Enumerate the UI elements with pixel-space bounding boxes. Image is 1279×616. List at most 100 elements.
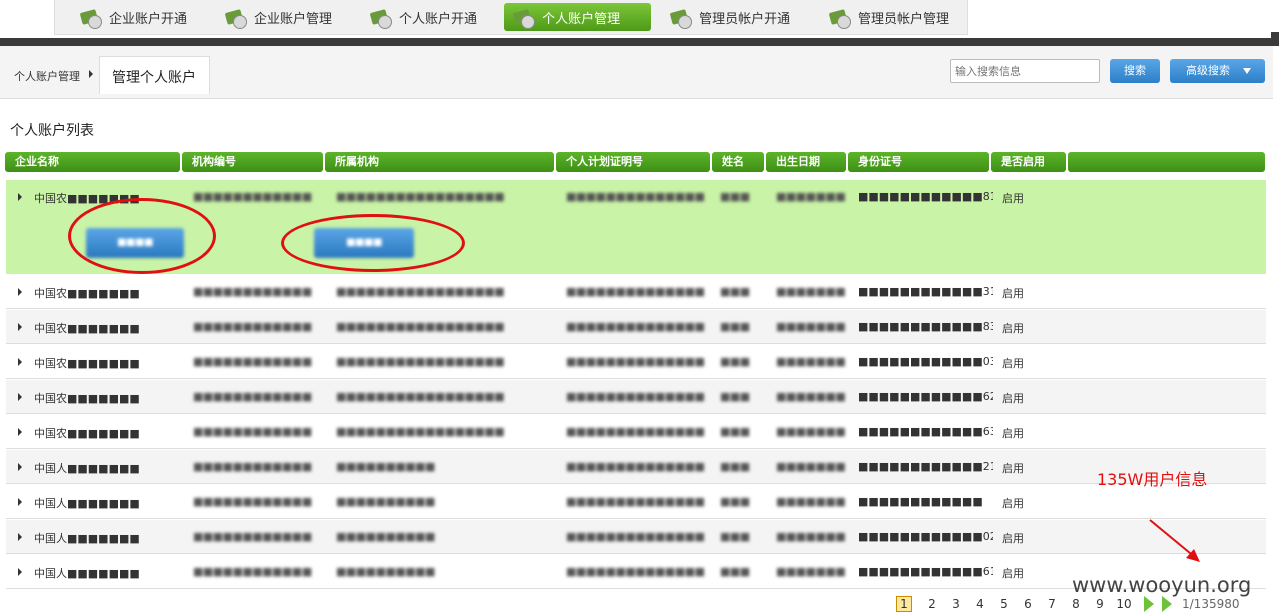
- cell-id-no: ■■■■■■■■■■■■627: [858, 390, 993, 403]
- tab-admin-open[interactable]: 管理员帐户开通: [661, 3, 820, 31]
- cell-id-no: ■■■■■■■■■■■■630: [858, 425, 993, 438]
- cell-org: ■■■■■■■■■■: [336, 530, 435, 543]
- expand-arrow-icon[interactable]: [18, 193, 22, 201]
- cell-id-no: ■■■■■■■■■■■■616: [858, 565, 993, 578]
- cell-id-no: ■■■■■■■■■■■■216: [858, 460, 993, 473]
- page-link[interactable]: 5: [992, 597, 1016, 611]
- col-header-org-no[interactable]: 机构编号: [182, 152, 323, 172]
- expand-arrow-icon[interactable]: [18, 498, 22, 506]
- cell-name: ■■■: [720, 285, 750, 298]
- col-header-dob[interactable]: 出生日期: [766, 152, 846, 172]
- cell-plan-no: ■■■■■■■■■■■■■■: [566, 495, 705, 508]
- page-header: 个人账户管理 管理个人账户 搜索 高级搜索: [0, 46, 1273, 99]
- next-page-icon[interactable]: [1144, 596, 1154, 612]
- tab-personal-open[interactable]: 个人账户开通: [361, 3, 492, 31]
- cell-id-no: ■■■■■■■■■■■■03X: [858, 355, 993, 368]
- table-row[interactable]: 中国农■■■■■■■ ■■■■■■■■■■■■ ■■■■■■■■■■■■■■■■■ ■…: [6, 345, 1266, 379]
- cell-id-no: ■■■■■■■■■■■■027: [858, 530, 993, 543]
- expand-arrow-icon[interactable]: [18, 533, 22, 541]
- expand-arrow-icon[interactable]: [18, 323, 22, 331]
- cell-org-no: ■■■■■■■■■■■■: [193, 190, 312, 203]
- cell-plan-no: ■■■■■■■■■■■■■■: [566, 530, 705, 543]
- table-row[interactable]: 中国农■■■■■■■ ■■■■■■■■■■■■ ■■■■■■■■■■■■■■■■■ ■…: [6, 380, 1266, 414]
- cell-org-no: ■■■■■■■■■■■■: [193, 495, 312, 508]
- table-row[interactable]: 中国农■■■■■■■ ■■■■■■■■■■■■ ■■■■■■■■■■■■■■■■■ ■…: [6, 275, 1266, 309]
- annotation-oval: [281, 214, 465, 272]
- search-button[interactable]: 搜索: [1110, 59, 1160, 83]
- list-title: 个人账户列表: [10, 123, 94, 139]
- cell-dob: ■■■■■■■: [776, 285, 846, 298]
- cell-name: ■■■: [720, 530, 750, 543]
- cell-company: 中国人■■■■■■■: [34, 532, 140, 545]
- cell-name: ■■■: [720, 390, 750, 403]
- cell-org-no: ■■■■■■■■■■■■: [193, 355, 312, 368]
- cell-name: ■■■: [720, 495, 750, 508]
- tab-label: 管理员帐户开通: [699, 11, 791, 27]
- table-row[interactable]: 中国农■■■■■■■ ■■■■■■■■■■■■ ■■■■■■■■■■■■■■■■■ ■…: [6, 415, 1266, 449]
- expand-arrow-icon[interactable]: [18, 428, 22, 436]
- cell-org: ■■■■■■■■■■■■■■■■■: [336, 390, 505, 403]
- cell-org: ■■■■■■■■■■■■■■■■■: [336, 285, 505, 298]
- col-header-name[interactable]: 姓名: [712, 152, 764, 172]
- cell-id-no: ■■■■■■■■■■■■315: [858, 285, 993, 298]
- breadcrumb-arrow-icon: [89, 70, 93, 78]
- cell-enabled: 启用: [1002, 532, 1024, 545]
- breadcrumb-parent[interactable]: 个人账户管理: [14, 68, 80, 84]
- page-link[interactable]: 4: [968, 597, 992, 611]
- table-row[interactable]: 中国农■■■■■■■ ■■■■■■■■■■■■ ■■■■■■■■■■■■■■■■■ ■…: [6, 310, 1266, 344]
- col-header-org[interactable]: 所属机构: [325, 152, 554, 172]
- col-header-company[interactable]: 企业名称: [5, 152, 180, 172]
- account-icon: [512, 7, 536, 29]
- page-link[interactable]: 9: [1088, 597, 1112, 611]
- cell-dob: ■■■■■■■: [776, 320, 846, 333]
- table-row[interactable]: 中国人■■■■■■■ ■■■■■■■■■■■■ ■■■■■■■■■■ ■■■■■■■■…: [6, 520, 1266, 554]
- cell-company: 中国农■■■■■■■: [34, 427, 140, 440]
- cell-enabled: 启用: [1002, 567, 1024, 580]
- top-nav: 企业账户开通 企业账户管理 个人账户开通 个人账户管理 管理员帐户开通 管理员帐…: [54, 0, 968, 35]
- col-header-extra: [1068, 152, 1265, 172]
- page-link[interactable]: 3: [944, 597, 968, 611]
- table-row[interactable]: 中国人■■■■■■■ ■■■■■■■■■■■■ ■■■■■■■■■■ ■■■■■■■■…: [6, 485, 1266, 519]
- expand-arrow-icon[interactable]: [18, 358, 22, 366]
- search-input[interactable]: [950, 59, 1100, 83]
- tab-admin-manage[interactable]: 管理员帐户管理: [820, 3, 967, 31]
- table-row[interactable]: 中国人■■■■■■■ ■■■■■■■■■■■■ ■■■■■■■■■■ ■■■■■■■■…: [6, 450, 1266, 484]
- cell-name: ■■■: [720, 190, 750, 203]
- account-icon: [224, 7, 248, 29]
- page-link[interactable]: 10: [1112, 597, 1136, 611]
- page-link[interactable]: 8: [1064, 597, 1088, 611]
- watermark: www.wooyun.org: [1072, 573, 1252, 597]
- cell-dob: ■■■■■■■: [776, 530, 846, 543]
- tab-personal-manage[interactable]: 个人账户管理: [504, 3, 652, 31]
- tab-enterprise-manage[interactable]: 企业账户管理: [216, 3, 361, 31]
- cell-dob: ■■■■■■■: [776, 425, 846, 438]
- page-link[interactable]: 7: [1040, 597, 1064, 611]
- cell-plan-no: ■■■■■■■■■■■■■■: [566, 460, 705, 473]
- cell-plan-no: ■■■■■■■■■■■■■■: [566, 565, 705, 578]
- last-page-icon[interactable]: [1162, 596, 1172, 612]
- col-header-id-no[interactable]: 身份证号: [848, 152, 989, 172]
- expand-arrow-icon[interactable]: [18, 393, 22, 401]
- col-header-plan-no[interactable]: 个人计划证明号: [556, 152, 710, 172]
- expand-arrow-icon[interactable]: [18, 288, 22, 296]
- cell-org-no: ■■■■■■■■■■■■: [193, 565, 312, 578]
- tab-label: 个人账户开通: [399, 11, 478, 27]
- cell-enabled: 启用: [1002, 392, 1024, 405]
- cell-org: ■■■■■■■■■■■■■■■■■: [336, 355, 505, 368]
- page-link[interactable]: 6: [1016, 597, 1040, 611]
- page-link[interactable]: 2: [920, 597, 944, 611]
- tab-enterprise-open[interactable]: 企业账户开通: [71, 3, 216, 31]
- account-icon: [79, 7, 103, 29]
- cell-org-no: ■■■■■■■■■■■■: [193, 530, 312, 543]
- divider-bar: [0, 32, 1279, 46]
- cell-org: ■■■■■■■■■■: [336, 565, 435, 578]
- cell-name: ■■■: [720, 565, 750, 578]
- account-icon: [669, 7, 693, 29]
- col-header-enabled[interactable]: 是否启用: [991, 152, 1066, 172]
- annotation-arrow-icon: [1149, 519, 1200, 562]
- advanced-search-button[interactable]: 高级搜索: [1170, 59, 1265, 83]
- expand-arrow-icon[interactable]: [18, 463, 22, 471]
- tab-label: 企业账户开通: [109, 11, 188, 27]
- page-link-current[interactable]: 1: [896, 596, 912, 612]
- expand-arrow-icon[interactable]: [18, 568, 22, 576]
